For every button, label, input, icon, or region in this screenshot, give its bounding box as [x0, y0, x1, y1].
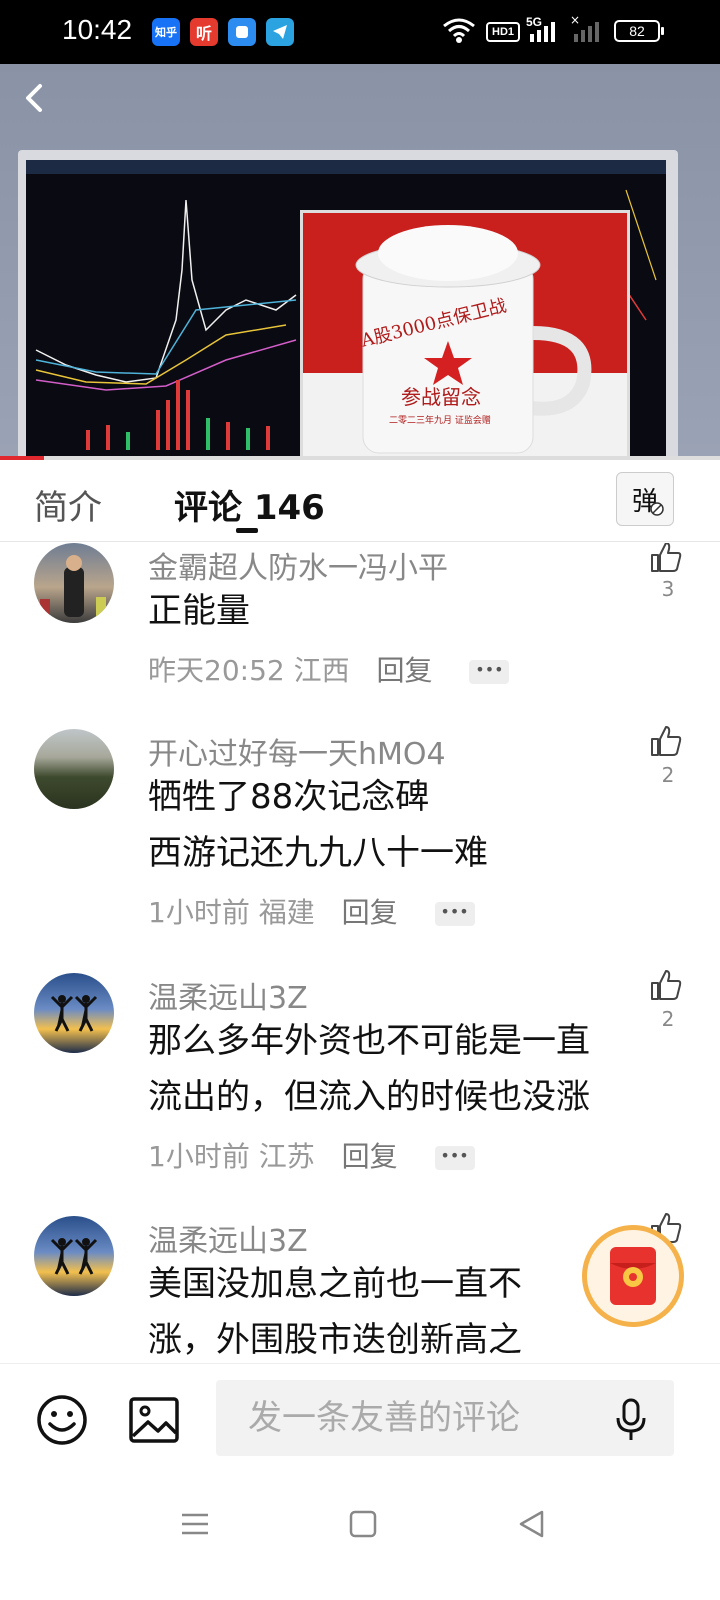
- svg-text:5G: 5G: [526, 15, 542, 29]
- comment-username[interactable]: 开心过好每一天hMO4: [148, 729, 446, 773]
- status-time: 10:42: [62, 14, 133, 45]
- comment-username[interactable]: 金霸超人防水一冯小平: [148, 543, 448, 587]
- tab-active-indicator: [236, 528, 258, 533]
- mug-image: A股3000点保卫战 参战留念 二零二三年九月 证监会赠: [300, 210, 630, 460]
- comment-username[interactable]: 温柔远山3Z: [148, 973, 308, 1017]
- signal-off-icon: ×: [570, 14, 599, 42]
- signal-5g-icon: 5G: [526, 15, 555, 42]
- comment-time: 1小时前: [148, 1140, 250, 1173]
- menu-icon[interactable]: [180, 1509, 210, 1539]
- avatar[interactable]: [34, 1216, 114, 1296]
- comment-text: 牺牲了88次记念碑 西游记还九九八十一难: [148, 769, 658, 881]
- comment-time: 1小时前: [148, 896, 250, 929]
- mug-text-line3: 二零二三年九月 证监会赠: [389, 416, 491, 426]
- back-icon[interactable]: [16, 78, 56, 118]
- wifi-icon: [443, 18, 475, 43]
- browser-app-icon: [228, 18, 256, 46]
- red-envelope-icon: [610, 1247, 656, 1305]
- comment-time: 昨天20:52: [148, 654, 285, 687]
- reply-button[interactable]: 回复: [342, 896, 398, 929]
- like-count: 2: [661, 763, 675, 787]
- video-player[interactable]: A股3000点保卫战 参战留念 二零二三年九月 证监会赠: [0, 64, 720, 460]
- comment-meta: 1小时前 江苏 回复 •••: [148, 1135, 475, 1175]
- comment-location: 福建: [258, 896, 315, 929]
- comment-input-bar: [0, 1363, 720, 1473]
- comment-input[interactable]: [216, 1380, 674, 1456]
- thumbs-up-icon[interactable]: [648, 543, 684, 575]
- avatar[interactable]: [34, 543, 114, 623]
- avatar[interactable]: [34, 973, 114, 1053]
- mug-text-line2: 参战留念: [401, 385, 481, 409]
- svg-text:×: ×: [570, 14, 580, 27]
- comment-meta: 1小时前 福建 回复 •••: [148, 891, 475, 931]
- comment-line: 美国没加息之前也一直不: [148, 1264, 522, 1304]
- comment-line: 那么多年外资也不可能是一直: [148, 1021, 590, 1061]
- reply-button[interactable]: 回复: [377, 654, 433, 687]
- comment-line: 牺牲了88次记念碑: [148, 777, 430, 817]
- comment-line: 正能量: [148, 591, 250, 631]
- more-options-button[interactable]: •••: [434, 902, 475, 926]
- thumbs-up-icon[interactable]: [648, 723, 684, 759]
- telegram-app-icon: [266, 18, 294, 46]
- comment-line: 流出的，但流入的时候也没涨: [148, 1077, 590, 1117]
- comment-username[interactable]: 温柔远山3Z: [148, 1216, 308, 1260]
- comment-line: 西游记还九九八十一难: [148, 833, 488, 873]
- avatar[interactable]: [34, 729, 114, 809]
- like-count: 2: [661, 1007, 675, 1031]
- tab-comments-count: 146: [253, 488, 325, 528]
- reply-button[interactable]: 回复: [342, 1140, 398, 1173]
- ting-app-icon: 听: [190, 18, 218, 46]
- tab-comments-label: 评论: [174, 488, 242, 528]
- like-count: 3: [661, 577, 675, 601]
- red-packet-button[interactable]: [582, 1225, 684, 1327]
- comment-location: 江西: [293, 654, 350, 687]
- comment-text: 美国没加息之前也一直不 涨，外围股市迭创新高之: [148, 1256, 588, 1365]
- danmaku-off-icon: [650, 502, 664, 516]
- tab-intro[interactable]: 简介: [34, 480, 102, 529]
- comment-text: 正能量: [148, 583, 658, 639]
- comment-text: 那么多年外资也不可能是一直 流出的，但流入的时候也没涨: [148, 1013, 658, 1125]
- zhihu-app-icon: 知乎: [152, 18, 180, 46]
- comment-line: 涨，外围股市迭创新高之: [148, 1320, 522, 1360]
- back-nav-icon[interactable]: [516, 1509, 546, 1539]
- more-options-button[interactable]: •••: [434, 1146, 475, 1170]
- hd-badge: HD1: [486, 22, 521, 42]
- status-bar: 10:42 知乎 听 HD1 5G × 82: [0, 0, 720, 64]
- system-nav-bar: [0, 1473, 720, 1600]
- home-icon[interactable]: [348, 1509, 378, 1539]
- tab-comments[interactable]: 评论 146: [174, 480, 325, 529]
- image-icon[interactable]: [128, 1394, 180, 1446]
- more-options-button[interactable]: •••: [469, 660, 510, 684]
- microphone-icon[interactable]: [614, 1398, 648, 1442]
- emoji-icon[interactable]: [36, 1394, 88, 1446]
- video-progress-bar[interactable]: [0, 456, 720, 460]
- danmaku-toggle-button[interactable]: 弹: [616, 472, 674, 526]
- comment-meta: 昨天20:52 江西 回复 •••: [148, 649, 510, 689]
- tab-bar: 简介 评论 146 弹: [0, 462, 720, 542]
- battery-indicator: 82: [614, 20, 664, 42]
- comment-location: 江苏: [258, 1140, 315, 1173]
- thumbs-up-icon[interactable]: [648, 967, 684, 1003]
